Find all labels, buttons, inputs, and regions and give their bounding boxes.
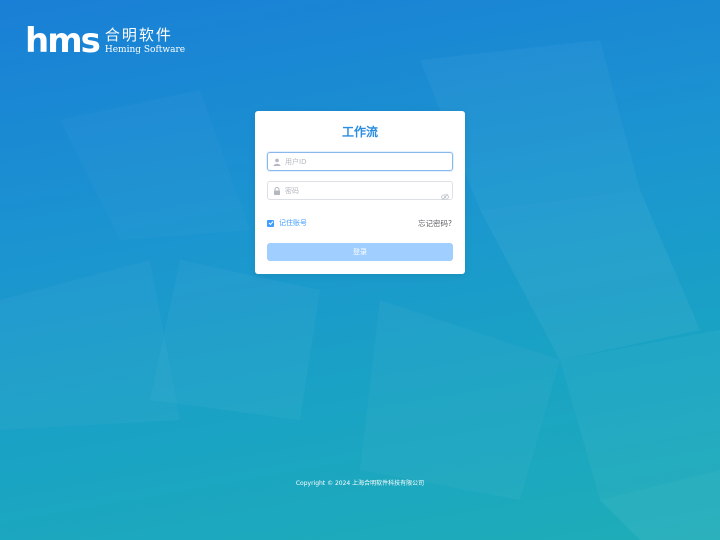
login-button[interactable]: 登录 (267, 243, 453, 261)
copyright-text: Copyright © 2024 上海合明软件科技有限公司 (295, 480, 425, 487)
password-field[interactable] (267, 181, 453, 201)
brand-logo: hms 合明软件 Heming Software (25, 21, 186, 61)
username-input[interactable] (284, 157, 435, 166)
remember-label: 记住账号 (279, 219, 307, 227)
brand-name-en: Heming Software (104, 44, 186, 55)
password-input[interactable] (284, 186, 435, 195)
user-icon (270, 158, 284, 166)
logo-text: 合明软件 Heming Software (104, 25, 186, 55)
forgot-password-link[interactable]: 忘记密码? (418, 218, 452, 229)
check-icon (268, 221, 273, 226)
login-card: 工作流 用户ID 记住账号 忘记密码? 登录 (255, 111, 465, 274)
remember-account[interactable]: 记住账号 (267, 218, 307, 228)
logo-mark: hms (25, 21, 101, 61)
login-title: 工作流 (341, 125, 378, 139)
lock-icon (270, 186, 284, 195)
eye-icon[interactable] (441, 186, 449, 205)
brand-name-cn: 合明软件 (104, 25, 173, 44)
remember-checkbox[interactable] (267, 219, 274, 227)
username-field[interactable] (267, 152, 453, 171)
